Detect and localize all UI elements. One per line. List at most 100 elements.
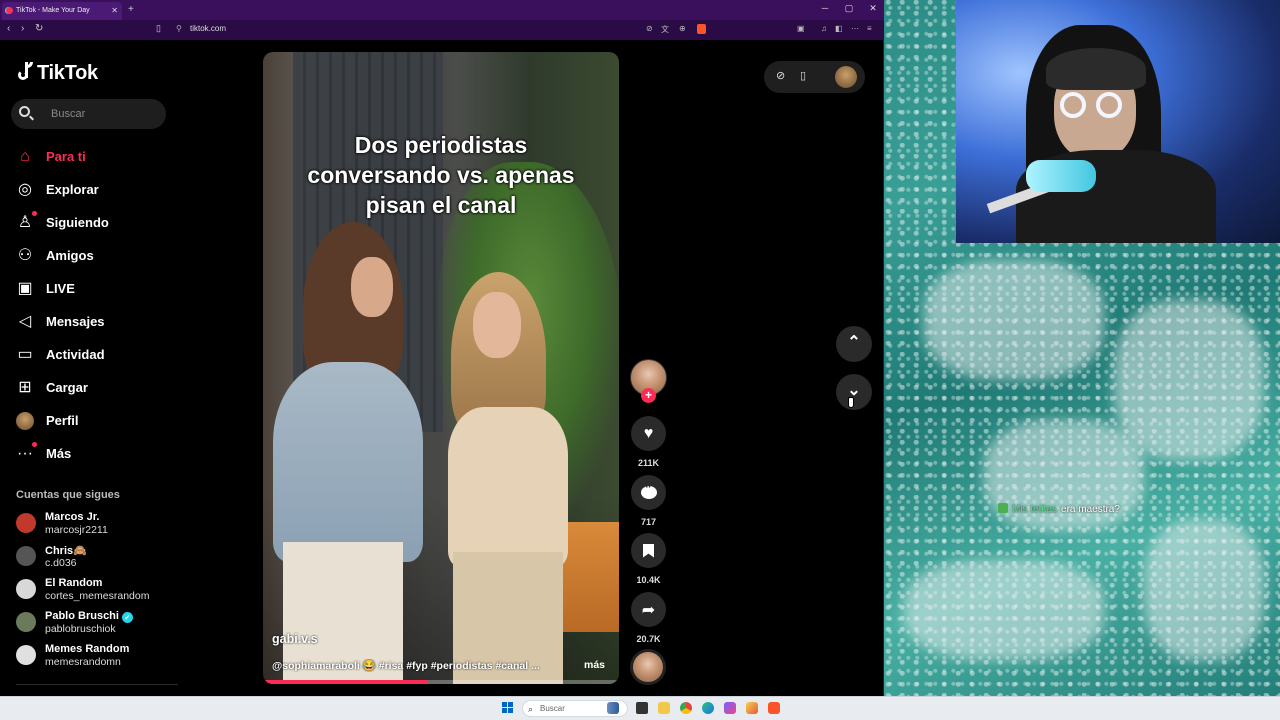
video-description[interactable]: @sophiamaraboli 😂 #risa #fyp #periodista… bbox=[272, 659, 562, 672]
extensions-icon[interactable]: ⋯ bbox=[851, 24, 859, 33]
mute-icon[interactable]: ⊘ bbox=[646, 24, 653, 33]
brave-shields-icon[interactable] bbox=[697, 24, 706, 34]
nav-item-explorar[interactable]: ◎ Explorar bbox=[16, 173, 176, 206]
comment-button[interactable] bbox=[631, 475, 666, 510]
following-username: cortes_memesrandom bbox=[45, 590, 150, 602]
file-explorer-icon[interactable] bbox=[658, 702, 670, 714]
user-avatar[interactable] bbox=[835, 66, 857, 88]
search-icon bbox=[19, 106, 30, 117]
sidebar-icon[interactable]: ◧ bbox=[835, 24, 843, 33]
nav-item-actividad[interactable]: ▭ Actividad bbox=[16, 338, 176, 371]
following-item[interactable]: Pablo Bruschi ✓ pablobruschiok bbox=[16, 608, 186, 641]
edge-icon[interactable] bbox=[702, 702, 714, 714]
compass-icon: ◎ bbox=[18, 180, 32, 198]
save-count: 10.4K bbox=[636, 575, 661, 585]
reload-icon[interactable]: ↻ bbox=[35, 23, 43, 34]
task-view-icon[interactable] bbox=[636, 702, 648, 714]
video-progress-bar[interactable] bbox=[263, 680, 619, 684]
forward-icon[interactable]: › bbox=[21, 23, 24, 34]
following-list: Marcos Jr. marcosjr2211 Chris🙈 c.d036 El Ran… bbox=[16, 509, 186, 674]
logo-text: TikTok bbox=[37, 61, 98, 84]
url-field[interactable]: tiktok.com bbox=[190, 24, 226, 33]
like-button[interactable]: ♥ bbox=[631, 416, 666, 451]
tab-tiktok[interactable]: TikTok - Make Your Day ✕ bbox=[2, 2, 122, 20]
nav-label: Mensajes bbox=[46, 314, 105, 329]
foam-patch bbox=[1114, 300, 1264, 460]
share-button[interactable]: ➦ bbox=[631, 592, 666, 627]
nav-item-cargar[interactable]: ⊞ Cargar bbox=[16, 371, 176, 404]
nav-item-m-s[interactable]: ··· Más bbox=[16, 437, 176, 470]
close-window-button[interactable]: ✕ bbox=[866, 3, 880, 14]
share-icon: ➦ bbox=[641, 601, 656, 619]
video-caption: Dos periodistas conversando vs. apenas p… bbox=[307, 132, 575, 218]
taskbar-search-icon: ⌕ bbox=[528, 704, 534, 714]
tiktok-logo[interactable]: TikTok bbox=[16, 60, 98, 86]
screen: TikTok - Make Your Day ✕ + ─ ▢ ✕ ‹ › ↻ ▯… bbox=[0, 0, 1280, 720]
nav-item-para-ti[interactable]: ⌂ Para ti bbox=[16, 140, 176, 173]
video-player[interactable]: Dos periodistas conversando vs. apenas p… bbox=[263, 52, 619, 684]
nav-item-mensajes[interactable]: ◁ Mensajes bbox=[16, 305, 176, 338]
minimize-button[interactable]: ─ bbox=[818, 3, 832, 13]
taskbar-search-label: Buscar bbox=[540, 704, 565, 713]
follow-creator-button[interactable]: + bbox=[641, 388, 656, 403]
following-item[interactable]: Memes Random memesrandomn bbox=[16, 641, 186, 674]
following-title: Cuentas que sigues bbox=[16, 489, 120, 501]
following-username: memesrandomn bbox=[45, 656, 121, 668]
sidebar-divider bbox=[16, 684, 178, 685]
nav-item-amigos[interactable]: ⚇ Amigos bbox=[16, 239, 176, 272]
more-link[interactable]: más bbox=[584, 659, 605, 671]
heart-icon: ♥ bbox=[643, 424, 654, 442]
app-icon[interactable] bbox=[746, 702, 758, 714]
profile-avatar-icon bbox=[16, 411, 34, 430]
chat-text: era maestra? bbox=[1061, 504, 1120, 515]
sound-disc[interactable] bbox=[630, 649, 666, 685]
device-icon[interactable]: ▯ bbox=[800, 69, 806, 82]
tab-close-icon[interactable]: ✕ bbox=[111, 2, 118, 20]
following-name-text: Memes Random bbox=[45, 643, 130, 655]
friends-icon: ⚇ bbox=[17, 246, 33, 264]
following-item[interactable]: Chris🙈 c.d036 bbox=[16, 542, 186, 575]
chat-message: Mis tetitas era maestra? bbox=[998, 503, 1120, 517]
translate-icon[interactable]: 文 bbox=[661, 24, 669, 35]
tiktok-favicon-icon bbox=[6, 7, 13, 14]
next-video-button[interactable]: ⌄ bbox=[836, 374, 872, 410]
windows-start-icon[interactable] bbox=[502, 702, 514, 714]
screenshot-icon[interactable]: ▣ bbox=[797, 24, 805, 33]
menu-icon[interactable]: ≡ bbox=[867, 24, 872, 33]
search-input[interactable] bbox=[51, 106, 161, 122]
back-icon[interactable]: ‹ bbox=[7, 23, 10, 34]
new-tab-button[interactable]: + bbox=[128, 2, 134, 18]
tiktok-note-icon bbox=[16, 62, 34, 84]
video-author[interactable]: gabi.v.s bbox=[272, 632, 318, 646]
nav-label: Perfil bbox=[46, 413, 79, 428]
nav-item-live[interactable]: ▣ LIVE bbox=[16, 272, 176, 305]
nav-item-perfil[interactable]: Perfil bbox=[16, 404, 176, 437]
upload-icon: ⊞ bbox=[18, 378, 32, 396]
bookmark-page-icon[interactable]: ▯ bbox=[156, 23, 161, 34]
like-count: 211K bbox=[637, 458, 660, 468]
previous-video-button[interactable]: ⌃ bbox=[836, 326, 872, 362]
brave-icon[interactable] bbox=[768, 702, 780, 714]
zoom-icon[interactable]: ⊕ bbox=[679, 24, 686, 33]
nav-label: Cargar bbox=[46, 380, 88, 395]
site-info-icon[interactable]: ⚲ bbox=[176, 24, 182, 33]
following-avatar bbox=[16, 513, 36, 533]
chrome-icon[interactable] bbox=[680, 702, 692, 714]
following-name-text: El Random bbox=[45, 577, 103, 589]
discord-icon[interactable] bbox=[724, 702, 736, 714]
following-item[interactable]: Marcos Jr. marcosjr2211 bbox=[16, 509, 186, 542]
search-box[interactable] bbox=[11, 99, 166, 129]
nav-item-siguiendo[interactable]: ♙ Siguiendo bbox=[16, 206, 176, 239]
nav-label: LIVE bbox=[46, 281, 75, 296]
widgets-icon[interactable] bbox=[607, 702, 619, 714]
save-button[interactable] bbox=[631, 533, 666, 568]
foam-patch bbox=[904, 560, 1104, 660]
media-icon[interactable]: ♫ bbox=[821, 24, 827, 33]
following-avatar bbox=[16, 645, 36, 665]
foam-patch bbox=[924, 260, 1104, 380]
coins-icon[interactable]: ⊘ bbox=[776, 69, 785, 82]
following-item[interactable]: El Random cortes_memesrandom bbox=[16, 575, 186, 608]
woman-left-top bbox=[273, 362, 423, 562]
following-username: pablobruschiok bbox=[45, 623, 116, 635]
maximize-button[interactable]: ▢ bbox=[842, 3, 856, 14]
